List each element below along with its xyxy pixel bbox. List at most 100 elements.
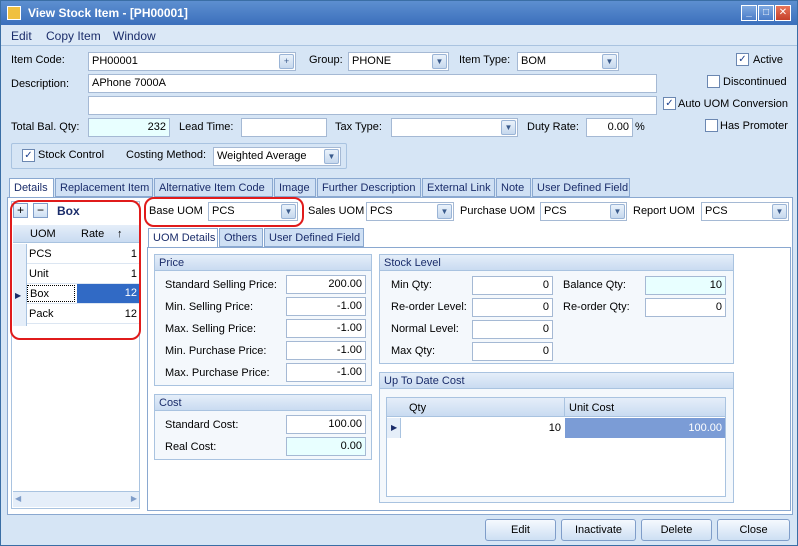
maximize-icon[interactable]: □: [758, 5, 774, 21]
item-type-label: Item Type:: [459, 54, 511, 66]
std-selling-price-field[interactable]: 200.00: [286, 275, 366, 294]
description-field[interactable]: APhone 7000A: [88, 74, 657, 93]
up-to-date-cost-title: Up To Date Cost: [380, 373, 733, 389]
tab-image[interactable]: Image: [274, 178, 316, 197]
min-purchase-price-field[interactable]: -1.00: [286, 341, 366, 360]
item-type-value: BOM: [521, 55, 547, 67]
has-promoter-checkbox[interactable]: [705, 119, 718, 132]
real-cost-field: 0.00: [286, 437, 366, 456]
menu-window[interactable]: Window: [113, 29, 156, 43]
normal-level-field[interactable]: 0: [472, 320, 553, 339]
min-selling-price-field[interactable]: -1.00: [286, 297, 366, 316]
max-qty-label: Max Qty:: [391, 345, 436, 357]
report-uom-label: Report UOM: [633, 205, 695, 217]
max-selling-price-field[interactable]: -1.00: [286, 319, 366, 338]
subtab-others[interactable]: Others: [219, 228, 263, 247]
costing-method-value: Weighted Average: [217, 150, 307, 162]
item-code-label: Item Code:: [11, 54, 65, 66]
delete-button[interactable]: Delete: [641, 519, 712, 541]
percent-label: %: [635, 121, 645, 133]
min-selling-price-label: Min. Selling Price:: [165, 301, 254, 313]
std-selling-price-label: Standard Selling Price:: [165, 279, 277, 291]
group-dropdown[interactable]: PHONE ▼: [348, 52, 449, 71]
unit-cost-column-header[interactable]: Unit Cost: [569, 402, 614, 414]
menu-bar: Edit Copy Item Window: [1, 25, 797, 46]
tab-external-link[interactable]: External Link: [422, 178, 495, 197]
balance-qty-label: Balance Qty:: [563, 279, 626, 291]
menu-copy-item[interactable]: Copy Item: [46, 29, 101, 43]
stock-control-checkbox[interactable]: ✓: [22, 149, 35, 162]
lead-time-label: Lead Time:: [179, 121, 234, 133]
row-pointer-icon: ▶: [391, 423, 398, 432]
chevron-down-icon: ▼: [432, 54, 447, 69]
cost-section-title: Cost: [155, 395, 371, 411]
up-to-date-cost-grid: Qty Unit Cost ▶ 10 100.00: [386, 397, 726, 497]
reorder-qty-field[interactable]: 0: [645, 298, 726, 317]
minimize-icon[interactable]: _: [741, 5, 757, 21]
purchase-uom-dropdown[interactable]: PCS ▼: [540, 202, 627, 221]
menu-edit[interactable]: Edit: [11, 29, 32, 43]
tab-alternative-item-code[interactable]: Alternative Item Code: [154, 178, 273, 197]
max-qty-field[interactable]: 0: [472, 342, 553, 361]
reorder-qty-label: Re-order Qty:: [563, 301, 630, 313]
costing-method-label: Costing Method:: [126, 149, 207, 161]
standard-cost-field[interactable]: 100.00: [286, 415, 366, 434]
description-field-2[interactable]: [88, 96, 657, 115]
price-section-title: Price: [155, 255, 371, 271]
tab-replacement-item[interactable]: Replacement Item: [55, 178, 153, 197]
chevron-down-icon: ▼: [501, 120, 516, 135]
chevron-down-icon: ▼: [602, 54, 617, 69]
tab-further-description[interactable]: Further Description: [317, 178, 421, 197]
tax-type-dropdown[interactable]: ▼: [391, 118, 518, 137]
qty-cell: 10: [548, 422, 561, 434]
close-icon[interactable]: ✕: [775, 5, 791, 21]
stock-item-window: View Stock Item - [PH00001] _ □ ✕ Edit C…: [0, 0, 798, 546]
purchase-uom-label: Purchase UOM: [460, 205, 536, 217]
sales-uom-label: Sales UOM: [308, 205, 365, 217]
stock-control-label: Stock Control: [38, 149, 105, 161]
duty-rate-field[interactable]: 0.00: [586, 118, 633, 137]
description-label: Description:: [11, 78, 70, 90]
reorder-level-field[interactable]: 0: [472, 298, 553, 317]
base-uom-highlight: [144, 197, 304, 227]
tab-details[interactable]: Details: [9, 178, 54, 198]
active-label: Active: [753, 54, 783, 66]
item-code-lookup-icon[interactable]: +: [279, 54, 294, 69]
sales-uom-dropdown[interactable]: PCS ▼: [366, 202, 454, 221]
item-code-value: PH00001: [92, 55, 138, 67]
min-qty-field[interactable]: 0: [472, 276, 553, 295]
qty-column-header[interactable]: Qty: [409, 402, 426, 414]
auto-uom-checkbox[interactable]: ✓: [663, 97, 676, 110]
report-uom-dropdown[interactable]: PCS ▼: [701, 202, 789, 221]
tax-type-label: Tax Type:: [335, 121, 382, 133]
active-checkbox[interactable]: ✓: [736, 53, 749, 66]
edit-button[interactable]: Edit: [485, 519, 556, 541]
has-promoter-label: Has Promoter: [720, 120, 788, 132]
close-button[interactable]: Close: [717, 519, 790, 541]
tab-user-defined-field[interactable]: User Defined Field: [532, 178, 630, 197]
chevron-down-icon: ▼: [324, 149, 339, 164]
item-code-field[interactable]: PH00001 +: [88, 52, 296, 71]
tab-note[interactable]: Note: [496, 178, 531, 197]
costing-method-dropdown[interactable]: Weighted Average ▼: [213, 147, 341, 166]
chevron-down-icon: ▼: [772, 204, 787, 219]
chevron-down-icon: ▼: [437, 204, 452, 219]
group-label: Group:: [309, 54, 343, 66]
max-purchase-price-field[interactable]: -1.00: [286, 363, 366, 382]
app-icon: [7, 6, 21, 20]
horizontal-scrollbar[interactable]: ◀ ▶: [13, 491, 139, 507]
subtab-user-defined-field[interactable]: User Defined Field: [264, 228, 364, 247]
item-type-dropdown[interactable]: BOM ▼: [517, 52, 619, 71]
lead-time-field[interactable]: [241, 118, 327, 137]
inactivate-button[interactable]: Inactivate: [561, 519, 636, 541]
balance-qty-field: 10: [645, 276, 726, 295]
total-bal-field: 232: [88, 118, 170, 137]
scroll-left-icon[interactable]: ◀: [15, 494, 21, 503]
max-selling-price-label: Max. Selling Price:: [165, 323, 257, 335]
scroll-right-icon[interactable]: ▶: [131, 494, 137, 503]
discontinued-label: Discontinued: [723, 76, 787, 88]
discontinued-checkbox[interactable]: [707, 75, 720, 88]
normal-level-label: Normal Level:: [391, 323, 459, 335]
subtab-uom-details[interactable]: UOM Details: [148, 228, 218, 248]
table-row[interactable]: ▶ 10 100.00: [387, 418, 725, 438]
